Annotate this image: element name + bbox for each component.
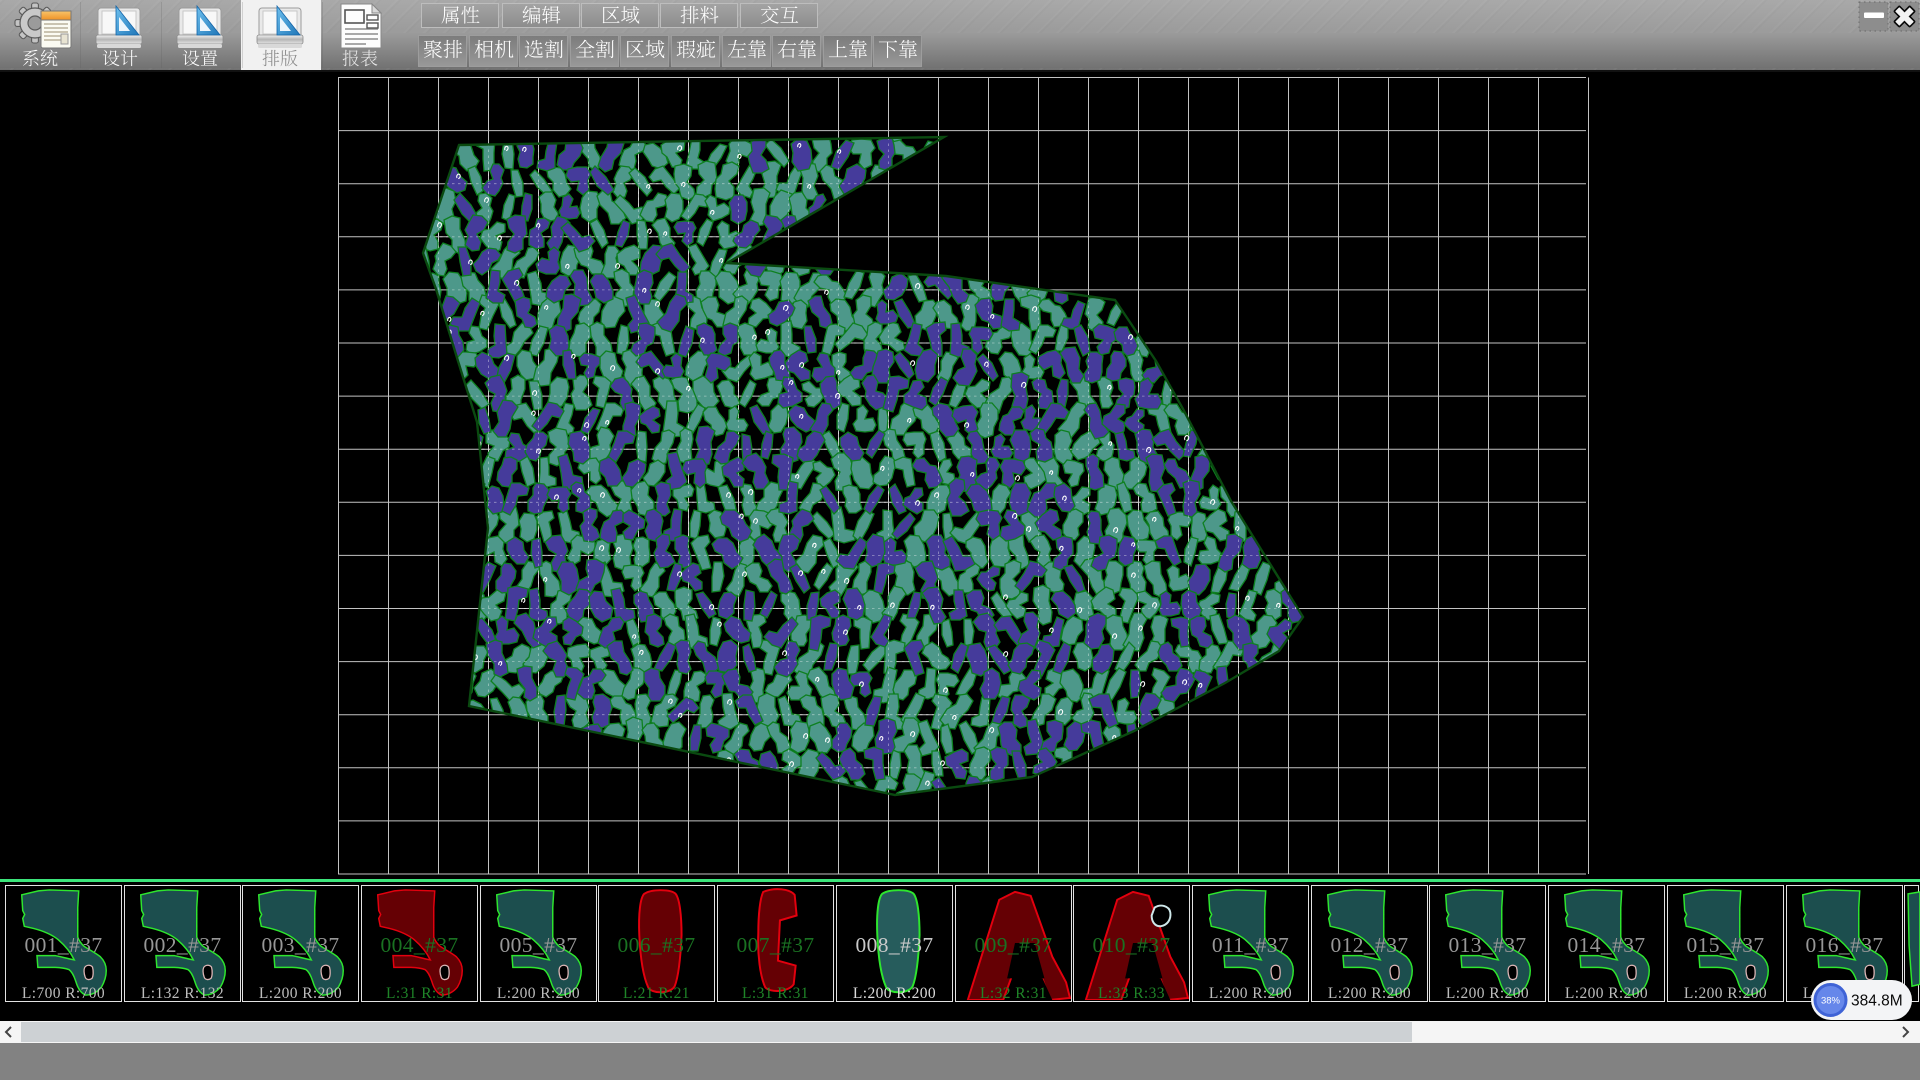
- svg-text:384.8M: 384.8M: [1851, 993, 1903, 1010]
- svg-text:38%: 38%: [1821, 996, 1841, 1007]
